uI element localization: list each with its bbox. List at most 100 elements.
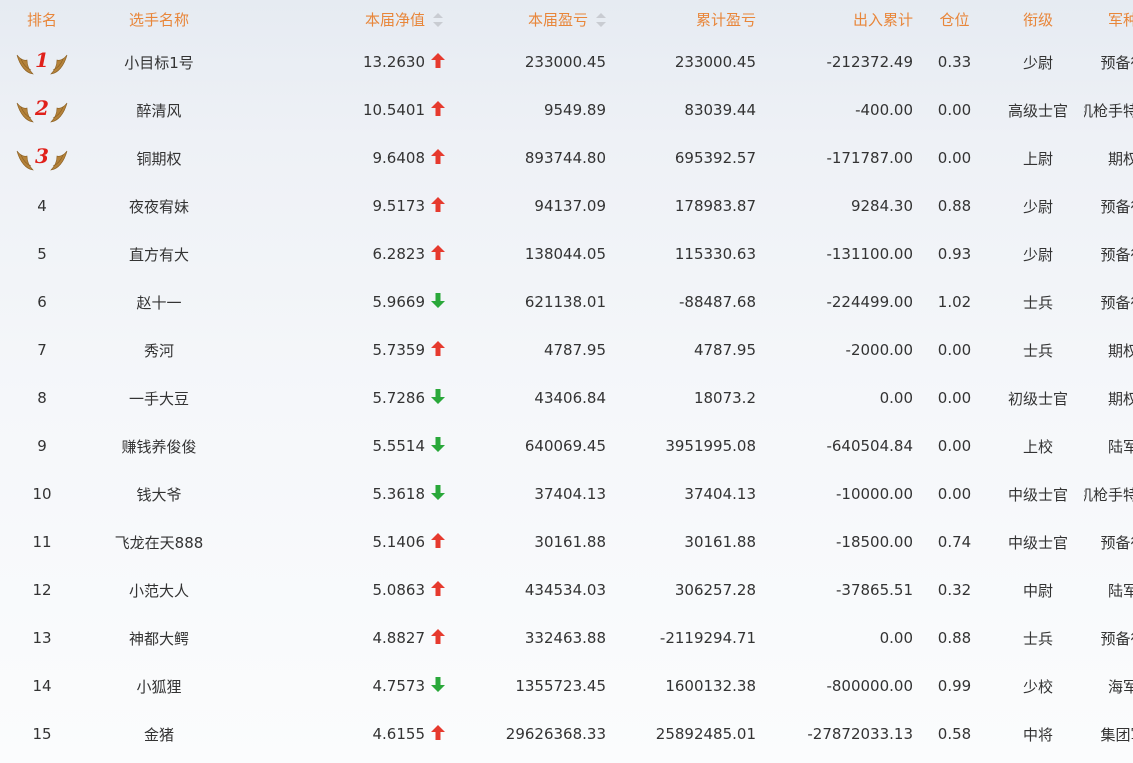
sort-icon[interactable]: [596, 13, 606, 27]
net-value-text: 13.2630: [362, 52, 425, 71]
player-name-text[interactable]: 小目标1号: [124, 54, 194, 72]
sort-icon[interactable]: [433, 13, 443, 27]
col-header-net-value-label[interactable]: 本届净值: [365, 11, 425, 29]
position-text: 0.33: [937, 53, 972, 71]
net-value-text: 9.5173: [372, 196, 426, 215]
grade-text: 中级士官: [1007, 485, 1068, 504]
player-name[interactable]: 直方有大: [84, 230, 234, 278]
table-row[interactable]: 11 飞龙在天888 5.1406 30161.88 30161.88 -185…: [0, 518, 1133, 566]
net-value-text: 9.6408: [372, 148, 426, 167]
branch-text: 期权: [1107, 341, 1133, 360]
table-row[interactable]: 8 一手大豆 5.7286 43406.84 18073.2 0.00 0.00…: [0, 374, 1133, 422]
player-name-text[interactable]: 秀河: [144, 342, 174, 360]
player-name-text[interactable]: 夜夜宥妹: [129, 198, 189, 216]
player-name[interactable]: 神都大鳄: [84, 614, 234, 662]
table-row[interactable]: 6 赵十一 5.9669 621138.01 -88487.68 -224499…: [0, 278, 1133, 326]
total-pnl-cell: -2119294.71: [606, 614, 760, 662]
table-row[interactable]: 10 钱大爷 5.3618 37404.13 37404.13 -10000.0…: [0, 470, 1133, 518]
rank-number: 3: [35, 144, 49, 168]
total-pnl-cell: 25892485.01: [606, 710, 760, 758]
table-row[interactable]: 9 赚钱养俊俊 5.5514 640069.45 3951995.08 -640…: [0, 422, 1133, 470]
grade-text: 中尉: [1022, 581, 1053, 600]
period-pnl-cell: 640069.45: [459, 422, 606, 470]
inout-text: -400.00: [855, 101, 913, 119]
table-row[interactable]: 3 铜期权 9.6408 893744.80 695392.57 -171787…: [0, 134, 1133, 182]
player-name-text[interactable]: 直方有大: [129, 246, 189, 264]
player-name-text[interactable]: 飞龙在天888: [115, 534, 204, 552]
period-pnl-text: 4787.95: [543, 341, 606, 359]
col-header-net-value[interactable]: 本届净值: [234, 0, 459, 38]
col-header-inout-label: 出入累计: [852, 10, 913, 29]
total-pnl-cell: -88487.68: [606, 278, 760, 326]
net-value-text: 5.5514: [372, 436, 426, 455]
player-name-text[interactable]: 小狐狸: [136, 678, 181, 696]
inout-text: -131100.00: [826, 245, 913, 263]
player-name-text[interactable]: 铜期权: [136, 150, 181, 168]
player-name-text[interactable]: 一手大豆: [129, 390, 189, 408]
table-row[interactable]: 13 神都大鳄 4.8827 332463.88 -2119294.71 0.0…: [0, 614, 1133, 662]
table-row[interactable]: 15 金猪 4.6155 29626368.33 25892485.01 -27…: [0, 710, 1133, 758]
player-name[interactable]: 赵十一: [84, 278, 234, 326]
table-row[interactable]: 5 直方有大 6.2823 138044.05 115330.63 -13110…: [0, 230, 1133, 278]
player-name[interactable]: 夜夜宥妹: [84, 182, 234, 230]
position-cell: 0.00: [917, 470, 992, 518]
player-name-text[interactable]: 神都大鳄: [129, 630, 189, 648]
player-name[interactable]: 小范大人: [84, 566, 234, 614]
player-name[interactable]: 小狐狸: [84, 662, 234, 710]
table-row[interactable]: 4 夜夜宥妹 9.5173 94137.09 178983.87 9284.30…: [0, 182, 1133, 230]
net-value-text: 5.9669: [372, 292, 426, 311]
player-name-text[interactable]: 赚钱养俊俊: [121, 438, 196, 456]
player-name[interactable]: 铜期权: [84, 134, 234, 182]
period-pnl-text: 138044.05: [524, 245, 606, 263]
inout-text: -27872033.13: [807, 725, 913, 743]
col-header-total-pnl: 累计盈亏: [606, 0, 760, 38]
col-header-period-pnl[interactable]: 本届盈亏: [459, 0, 606, 38]
total-pnl-text: 306257.28: [674, 581, 756, 599]
col-header-name-label: 选手名称: [128, 10, 189, 29]
col-header-position: 仓位: [917, 0, 992, 38]
trend-up-arrow-icon: [431, 148, 445, 168]
table-row[interactable]: 7 秀河 5.7359 4787.95 4787.95 -2000.00 0.0…: [0, 326, 1133, 374]
position-cell: 0.00: [917, 374, 992, 422]
branch-cell: 海军: [1084, 662, 1133, 710]
period-pnl-text: 893744.80: [524, 149, 606, 167]
branch-text: 预备役: [1100, 53, 1133, 72]
position-cell: 0.00: [917, 134, 992, 182]
inout-cell: 0.00: [760, 614, 917, 662]
rank-number: 10: [32, 485, 52, 503]
player-name[interactable]: 飞龙在天888: [84, 518, 234, 566]
period-pnl-text: 43406.84: [534, 389, 606, 407]
player-name[interactable]: 小目标1号: [84, 38, 234, 86]
period-pnl-text: 29626368.33: [505, 725, 606, 743]
position-text: 0.00: [937, 341, 972, 359]
table-row[interactable]: 1 小目标1号 13.2630 233000.45 233000.45 -212…: [0, 38, 1133, 86]
table-row[interactable]: 12 小范大人 5.0863 434534.03 306257.28 -3786…: [0, 566, 1133, 614]
col-header-period-pnl-label[interactable]: 本届盈亏: [528, 11, 588, 29]
player-name-text[interactable]: 钱大爷: [136, 486, 181, 504]
player-name[interactable]: 钱大爷: [84, 470, 234, 518]
position-text: 0.00: [937, 485, 972, 503]
table-row[interactable]: 2 醉清风 10.5401 9549.89 83039.44 -400.00 0…: [0, 86, 1133, 134]
inout-text: -640504.84: [826, 437, 913, 455]
player-name-text[interactable]: 小范大人: [129, 582, 189, 600]
player-name[interactable]: 秀河: [84, 326, 234, 374]
position-cell: 0.88: [917, 182, 992, 230]
player-name[interactable]: 醉清风: [84, 86, 234, 134]
player-name-text[interactable]: 醉清风: [136, 102, 181, 120]
grade-cell: 少尉: [992, 230, 1084, 278]
col-header-rank: 排名: [0, 0, 84, 38]
rank-number: 2: [35, 96, 49, 120]
rank-medal-wings-icon: 3: [15, 143, 69, 173]
player-name-text[interactable]: 赵十一: [136, 294, 181, 312]
rank-cell: 7: [0, 326, 84, 374]
player-name[interactable]: 一手大豆: [84, 374, 234, 422]
table-row[interactable]: 14 小狐狸 4.7573 1355723.45 1600132.38 -800…: [0, 662, 1133, 710]
inout-text: -224499.00: [826, 293, 913, 311]
player-name[interactable]: 赚钱养俊俊: [84, 422, 234, 470]
period-pnl-text: 30161.88: [534, 533, 606, 551]
branch-text: 预备役: [1100, 293, 1133, 312]
total-pnl-cell: 18073.2: [606, 374, 760, 422]
rank-medal-wings-icon: 2: [15, 95, 69, 125]
player-name[interactable]: 金猪: [84, 710, 234, 758]
player-name-text[interactable]: 金猪: [144, 726, 174, 744]
